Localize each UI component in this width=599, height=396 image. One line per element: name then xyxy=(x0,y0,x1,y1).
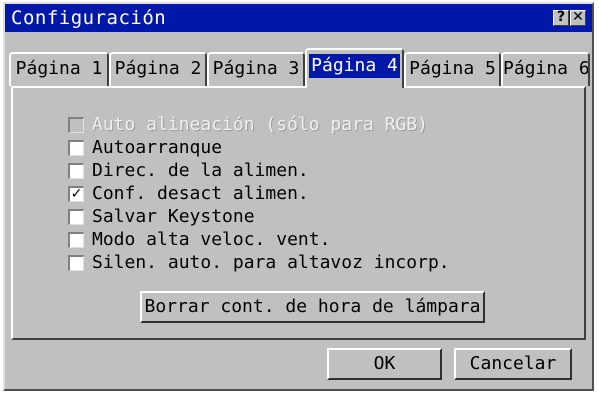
ok-button[interactable]: OK xyxy=(327,348,442,380)
checkbox[interactable] xyxy=(68,232,84,248)
cancel-button[interactable]: Cancelar xyxy=(454,348,572,380)
tab-pagina-2[interactable]: Página 2 xyxy=(109,52,207,86)
checkbox-checked[interactable]: ✓ xyxy=(68,186,84,202)
dialog-title: Configuración xyxy=(11,7,167,29)
tab-panel: Auto alineación (sólo para RGB) Autoarra… xyxy=(11,86,586,340)
option-label: Salvar Keystone xyxy=(92,206,255,227)
tab-pagina-5[interactable]: Página 5 xyxy=(404,52,501,86)
tab-strip: Página 1 Página 2 Página 3 Página 4 Pági… xyxy=(5,48,592,88)
tab-pagina-1[interactable]: Página 1 xyxy=(9,52,109,86)
tab-label: Página 4 xyxy=(309,54,400,78)
option-label: Direc. de la alimen. xyxy=(92,160,309,181)
tab-pagina-3[interactable]: Página 3 xyxy=(207,52,305,86)
tab-pagina-4[interactable]: Página 4 xyxy=(305,48,404,88)
checkbox[interactable] xyxy=(68,117,84,133)
help-icon[interactable]: ? xyxy=(553,10,569,26)
tab-label: Página 1 xyxy=(15,58,103,79)
checkbox[interactable] xyxy=(68,163,84,179)
tab-label: Página 6 xyxy=(503,58,590,79)
option-label: Modo alta veloc. vent. xyxy=(92,229,331,250)
option-label: Silen. auto. para altavoz incorp. xyxy=(92,252,450,273)
tab-label: Página 2 xyxy=(114,58,202,79)
reset-lamp-hours-button[interactable]: Borrar cont. de hora de lámpara xyxy=(140,291,485,323)
settings-dialog: Configuración ? ✕ Página 1 Página 2 Pági… xyxy=(3,2,594,391)
checkbox[interactable] xyxy=(68,209,84,225)
tab-pagina-6[interactable]: Página 6 xyxy=(501,52,590,86)
checkmark-icon: ✓ xyxy=(70,186,83,202)
option-label: Autoarranque xyxy=(92,137,223,158)
checkbox[interactable] xyxy=(68,255,84,271)
option-label: Auto alineación (sólo para RGB) xyxy=(92,114,428,135)
title-bar[interactable]: Configuración ? ✕ xyxy=(5,4,592,32)
close-icon[interactable]: ✕ xyxy=(570,10,586,26)
checkbox[interactable] xyxy=(68,140,84,156)
tab-label: Página 3 xyxy=(212,58,300,79)
tab-label: Página 5 xyxy=(409,58,496,79)
option-label: Conf. desact alimen. xyxy=(92,183,309,204)
